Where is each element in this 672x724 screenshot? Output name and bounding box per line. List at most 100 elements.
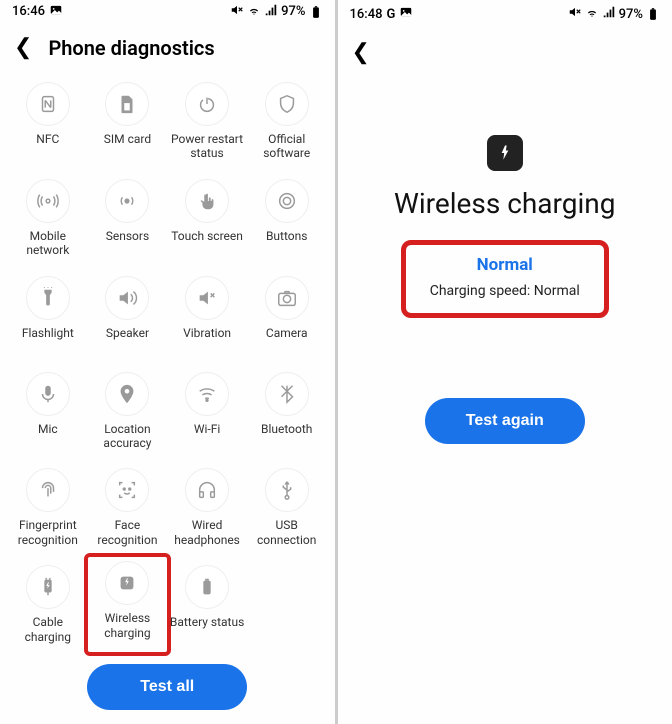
flashlight-icon (26, 276, 70, 320)
test-all-button[interactable]: Test all (87, 664, 247, 710)
diag-location[interactable]: Location accuracy (88, 364, 168, 459)
diag-usb[interactable]: USB connection (247, 460, 327, 555)
mute-icon (230, 3, 244, 21)
diag-label: NFC (36, 132, 59, 160)
battery-icon (646, 7, 660, 21)
diag-label: Wired headphones (169, 518, 245, 547)
diag-label: SIM card (104, 132, 151, 160)
mic-icon (26, 372, 70, 416)
diag-nfc[interactable]: NFC (8, 74, 88, 169)
battery-icon (185, 565, 229, 609)
diag-official-software[interactable]: Official software (247, 74, 327, 169)
headphones-icon (185, 468, 229, 512)
diag-label: Mobile network (10, 229, 86, 258)
diag-battery-status[interactable]: Battery status (167, 557, 247, 652)
diag-headphones[interactable]: Wired headphones (167, 460, 247, 555)
cable-charge-icon (26, 565, 70, 609)
diag-face[interactable]: Face recognition (88, 460, 168, 555)
wifi-icon (585, 5, 599, 23)
screen-wireless-charging-result: 16:48 G 97% ❮ Wireless charging Normal C… (338, 0, 672, 724)
battery-pct: 97% (619, 7, 643, 22)
antenna-icon (26, 179, 70, 223)
fingerprint-icon (26, 468, 70, 512)
diag-label: Official software (249, 132, 325, 161)
back-icon[interactable]: ❮ (14, 35, 32, 60)
bluetooth-icon (265, 372, 309, 416)
face-icon (105, 468, 149, 512)
test-again-button[interactable]: Test again (425, 398, 585, 444)
usb-icon (265, 468, 309, 512)
page-title: Phone diagnostics (48, 36, 214, 60)
diag-label: Mic (38, 422, 58, 450)
status-detail: Charging speed: Normal (430, 283, 580, 299)
diag-label: Buttons (266, 229, 308, 257)
diag-touch[interactable]: Touch screen (167, 171, 247, 266)
diag-label: Cable charging (10, 615, 86, 644)
diag-wifi[interactable]: Wi-Fi (167, 364, 247, 459)
nfc-icon (26, 82, 70, 126)
power-icon (185, 82, 229, 126)
shield-icon (265, 82, 309, 126)
image-notif-icon (399, 5, 413, 23)
diag-cable-charging[interactable]: Cable charging (8, 557, 88, 652)
mute-icon (568, 5, 582, 23)
header: ❮ Phone diagnostics (0, 23, 335, 70)
diag-mic[interactable]: Mic (8, 364, 88, 459)
diag-bluetooth[interactable]: Bluetooth (247, 364, 327, 459)
diag-label: Power restart status (169, 132, 245, 161)
statusbar: 16:48 G 97% (338, 0, 672, 28)
diag-label: Flashlight (22, 326, 74, 354)
diag-label: Wireless charging (90, 611, 166, 640)
battery-pct: 97% (281, 4, 305, 19)
signal-icon (602, 5, 616, 23)
diag-vibration[interactable]: Vibration (167, 268, 247, 362)
location-icon (105, 372, 149, 416)
status-time: 16:48 (350, 7, 383, 22)
bolt-icon (487, 135, 523, 171)
wifi-icon (185, 372, 229, 416)
diag-wireless-charging[interactable]: Wireless charging (84, 553, 172, 656)
wireless-charge-icon (105, 561, 149, 605)
status-time: 16:46 (12, 4, 45, 19)
diag-label: Vibration (183, 326, 231, 354)
diag-speaker[interactable]: Speaker (88, 268, 168, 362)
sim-icon (105, 82, 149, 126)
diag-mobile-network[interactable]: Mobile network (8, 171, 88, 266)
buttons-icon (265, 179, 309, 223)
diag-sensors[interactable]: Sensors (88, 171, 168, 266)
back-icon[interactable]: ❮ (352, 40, 370, 65)
statusbar: 16:46 97% (0, 0, 335, 23)
diag-label: Face recognition (90, 518, 166, 547)
diag-label: Speaker (106, 326, 149, 354)
wifi-icon (247, 3, 261, 21)
diagnostics-grid: NFC SIM card Power restart status Offici… (0, 70, 335, 656)
diag-label: Battery status (170, 615, 244, 643)
diag-label: Wi-Fi (194, 422, 220, 450)
screen-diagnostics-list: 16:46 97% ❮ Phone diagnostics NFC SIM ca… (0, 0, 335, 724)
diag-camera[interactable]: Camera (247, 268, 327, 362)
header: ❮ (338, 28, 672, 75)
diag-label: Bluetooth (261, 422, 312, 450)
result-area: Wireless charging Normal Charging speed:… (338, 75, 672, 390)
diag-buttons[interactable]: Buttons (247, 171, 327, 266)
camera-icon (265, 276, 309, 320)
diag-fingerprint[interactable]: Fingerprint recognition (8, 460, 88, 555)
result-title: Wireless charging (394, 187, 615, 220)
diag-flashlight[interactable]: Flashlight (8, 268, 88, 362)
diag-sim[interactable]: SIM card (88, 74, 168, 169)
status-value: Normal (430, 255, 580, 275)
diag-label: Fingerprint recognition (10, 518, 86, 547)
signal-icon (264, 3, 278, 21)
result-highlight-box: Normal Charging speed: Normal (401, 240, 609, 318)
diag-label: Touch screen (171, 229, 243, 257)
touch-icon (185, 179, 229, 223)
diag-label: Location accuracy (90, 422, 166, 451)
g-notif-icon: G (386, 7, 395, 22)
sensors-icon (105, 179, 149, 223)
image-notif-icon (49, 3, 63, 21)
battery-icon (309, 5, 323, 19)
speaker-icon (105, 276, 149, 320)
diag-label: USB connection (249, 518, 325, 547)
diag-power-restart[interactable]: Power restart status (167, 74, 247, 169)
diag-label: Sensors (106, 229, 149, 257)
